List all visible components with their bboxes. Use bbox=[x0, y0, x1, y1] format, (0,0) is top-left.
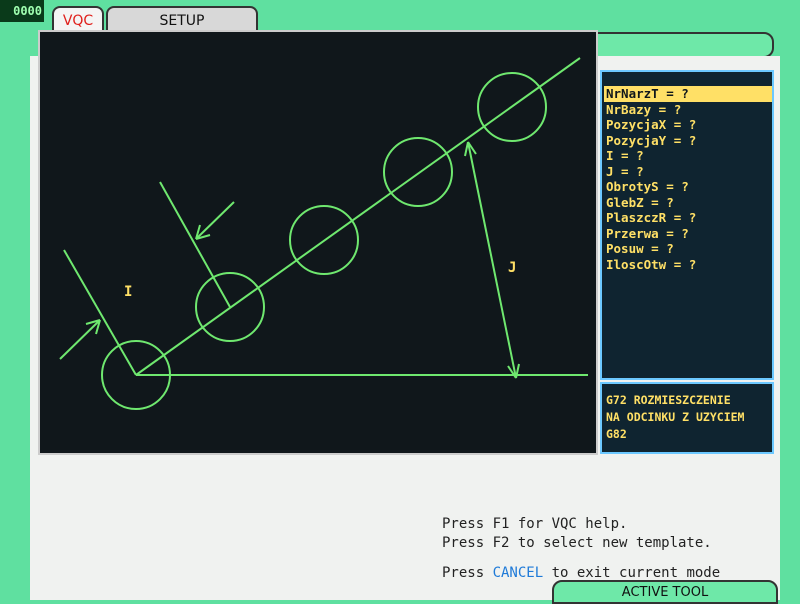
param-plaszcz-r[interactable]: PlaszczR = ? bbox=[604, 210, 772, 226]
help-text: Press F1 for VQC help. Press F2 to selec… bbox=[442, 515, 712, 553]
help-line-f2: Press F2 to select new template. bbox=[442, 535, 712, 551]
i-extension-line-1 bbox=[63, 249, 137, 376]
description-line-2: NA ODCINKU Z UZYCIEM bbox=[606, 410, 745, 424]
dimension-label-i: I bbox=[124, 284, 133, 300]
param-j[interactable]: J = ? bbox=[604, 164, 772, 180]
help-exit-prefix: Press bbox=[442, 565, 493, 581]
help-line-cancel: Press CANCEL to exit current mode bbox=[442, 565, 720, 581]
i-dimension-arrow-1 bbox=[59, 319, 101, 360]
hole-circle-4 bbox=[383, 137, 453, 207]
template-diagram: I J bbox=[38, 30, 598, 455]
help-exit-suffix: to exit current mode bbox=[543, 565, 721, 581]
param-ilosc-otw[interactable]: IloscOtw = ? bbox=[604, 257, 772, 273]
param-pozycja-y[interactable]: PozycjaY = ? bbox=[604, 133, 772, 149]
param-gleb-z[interactable]: GlebZ = ? bbox=[604, 195, 772, 211]
diagram-svg bbox=[59, 57, 588, 410]
param-posuw[interactable]: Posuw = ? bbox=[604, 241, 772, 257]
param-pozycja-x[interactable]: PozycjaX = ? bbox=[604, 117, 772, 133]
param-nr-narz[interactable]: NrNarzT = ? bbox=[604, 86, 772, 102]
param-nr-bazy[interactable]: NrBazy = ? bbox=[604, 102, 772, 118]
i-dimension-arrow-2 bbox=[195, 201, 235, 240]
template-description: G72 ROZMIESZCZENIE NA ODCINKU Z UZYCIEM … bbox=[600, 382, 774, 454]
active-tool-tab[interactable]: ACTIVE TOOL bbox=[552, 580, 778, 604]
dimension-label-j: J bbox=[508, 260, 517, 276]
i-extension-line-2 bbox=[159, 181, 231, 308]
param-i[interactable]: I = ? bbox=[604, 148, 772, 164]
parameter-list: NrNarzT = ? NrBazy = ? PozycjaX = ? Pozy… bbox=[600, 70, 774, 380]
param-obroty-s[interactable]: ObrotyS = ? bbox=[604, 179, 772, 195]
param-przerwa[interactable]: Przerwa = ? bbox=[604, 226, 772, 242]
cancel-key-label: CANCEL bbox=[492, 565, 544, 581]
counter-display: 0000 bbox=[0, 0, 44, 22]
description-line-1: G72 ROZMIESZCZENIE bbox=[606, 393, 731, 407]
help-line-f1: Press F1 for VQC help. bbox=[442, 516, 628, 532]
description-line-3: G82 bbox=[606, 427, 627, 441]
